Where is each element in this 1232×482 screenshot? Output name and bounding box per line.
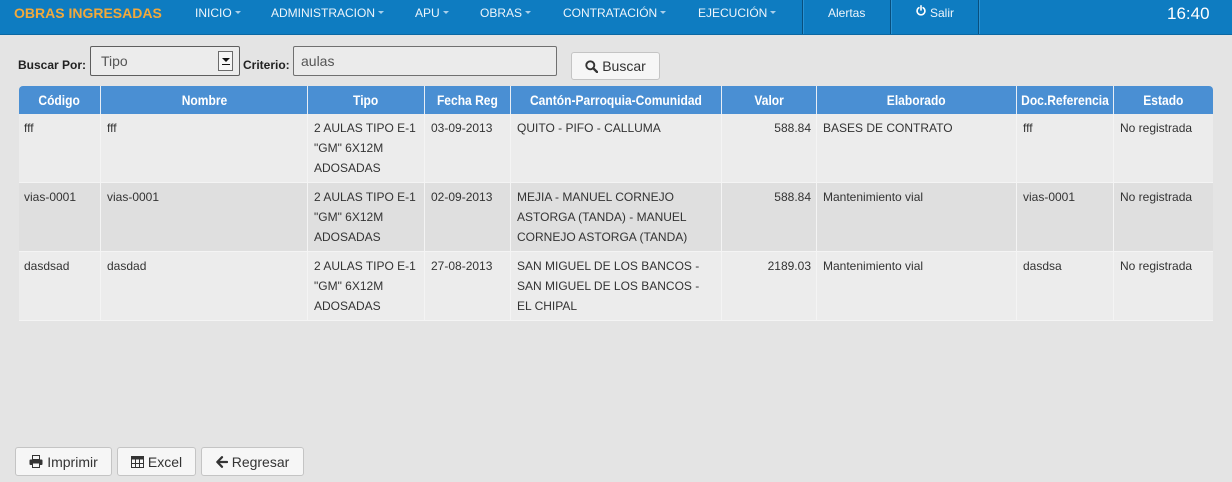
- menu-obras[interactable]: OBRAS: [480, 0, 532, 27]
- logout-label: Salir: [930, 6, 955, 20]
- cell-elaborado: Mantenimiento vial: [817, 252, 1017, 321]
- cell-canton-parroquia-comunidad: SAN MIGUEL DE LOS BANCOS - SAN MIGUEL DE…: [511, 252, 722, 321]
- excel-label: Excel: [147, 453, 183, 470]
- menu-contratacion[interactable]: CONTRATACIÓN: [563, 0, 667, 27]
- imprimir-button[interactable]: Imprimir: [15, 447, 112, 476]
- cell-canton-parroquia-comunidad: MEJIA - MANUEL CORNEJO ASTORGA (TANDA) -…: [511, 183, 722, 252]
- power-icon: [916, 0, 926, 26]
- cell-doc-referencia: vias-0001: [1017, 183, 1114, 252]
- cell-valor: 2189.03: [722, 252, 817, 321]
- buscar-por-label: Buscar Por:: [18, 58, 87, 72]
- criterio-label: Criterio:: [243, 58, 290, 72]
- clock: 16:40: [1167, 4, 1210, 23]
- buscar-por-value: Tipo: [101, 53, 128, 69]
- navbar-divider: [978, 0, 980, 34]
- menu-label: INICIO: [195, 6, 232, 20]
- page-title: OBRAS INGRESADAS: [14, 5, 162, 21]
- caret-down-icon: [378, 11, 385, 15]
- imprimir-label: Imprimir: [47, 453, 98, 470]
- cell-codigo: dasdsad: [19, 252, 101, 321]
- cell-doc-referencia: fff: [1017, 114, 1114, 183]
- table-row[interactable]: vias-0001 vias-0001 2 AULAS TIPO E-1 "GM…: [19, 183, 1213, 252]
- caret-down-icon: [770, 11, 777, 15]
- column-header-tipo: Tipo: [308, 86, 425, 114]
- column-header-codigo: Código: [19, 86, 101, 114]
- navbar-divider: [890, 0, 892, 34]
- top-navbar: OBRAS INGRESADAS INICIO ADMINISTRACION A…: [0, 0, 1232, 35]
- cell-estado: No registrada: [1114, 183, 1213, 252]
- column-header-elaborado: Elaborado: [817, 86, 1017, 114]
- menu-label: CONTRATACIÓN: [563, 6, 658, 20]
- navbar-divider: [802, 0, 804, 34]
- cell-estado: No registrada: [1114, 114, 1213, 183]
- table-icon: [130, 455, 144, 468]
- menu-apu[interactable]: APU: [415, 0, 449, 27]
- printer-icon: [29, 455, 43, 468]
- table-row[interactable]: dasdsad dasdad 2 AULAS TIPO E-1 "GM" 6X1…: [19, 252, 1213, 321]
- chevron-down-icon[interactable]: [218, 51, 233, 71]
- cell-canton-parroquia-comunidad: QUITO - PIFO - CALLUMA: [511, 114, 722, 183]
- menu-label: APU: [415, 6, 440, 20]
- menu-administracion[interactable]: ADMINISTRACION: [271, 0, 385, 27]
- cell-fecha-reg: 03-09-2013: [425, 114, 511, 183]
- buscar-button[interactable]: Buscar: [571, 52, 660, 80]
- excel-button[interactable]: Excel: [117, 447, 196, 476]
- logout-link[interactable]: Salir: [916, 0, 954, 27]
- cell-codigo: vias-0001: [19, 183, 101, 252]
- column-header-fecha-reg: Fecha Reg: [425, 86, 511, 114]
- cell-nombre: fff: [101, 114, 308, 183]
- table-row[interactable]: fff fff 2 AULAS TIPO E-1 "GM" 6X12M ADOS…: [19, 114, 1213, 183]
- menu-label: ADMINISTRACION: [271, 6, 376, 20]
- column-header-valor: Valor: [722, 86, 817, 114]
- arrow-left-icon: [215, 455, 228, 468]
- cell-nombre: vias-0001: [101, 183, 308, 252]
- cell-nombre: dasdad: [101, 252, 308, 321]
- buscar-button-label: Buscar: [602, 58, 646, 74]
- cell-elaborado: Mantenimiento vial: [817, 183, 1017, 252]
- column-header-estado: Estado: [1114, 86, 1213, 114]
- cell-fecha-reg: 27-08-2013: [425, 252, 511, 321]
- caret-down-icon: [660, 11, 667, 15]
- regresar-button[interactable]: Regresar: [201, 447, 304, 476]
- caret-down-icon: [442, 11, 449, 15]
- menu-label: EJECUCIÓN: [698, 6, 768, 20]
- column-header-canton-parroquia-comunidad: Cantón-Parroquia-Comunidad: [511, 86, 722, 114]
- caret-down-icon: [234, 11, 241, 15]
- cell-tipo: 2 AULAS TIPO E-1 "GM" 6X12M ADOSADAS: [308, 114, 425, 183]
- regresar-label: Regresar: [231, 453, 290, 470]
- cell-doc-referencia: dasdsa: [1017, 252, 1114, 321]
- menu-inicio[interactable]: INICIO: [195, 0, 241, 27]
- cell-valor: 588.84: [722, 114, 817, 183]
- cell-tipo: 2 AULAS TIPO E-1 "GM" 6X12M ADOSADAS: [308, 183, 425, 252]
- cell-valor: 588.84: [722, 183, 817, 252]
- cell-elaborado: BASES DE CONTRATO: [817, 114, 1017, 183]
- buscar-por-select[interactable]: Tipo: [90, 46, 240, 76]
- alerts-link[interactable]: Alertas: [828, 0, 865, 27]
- obras-table: Código Nombre Tipo Fecha Reg Cantón-Parr…: [19, 86, 1213, 321]
- menu-ejecucion[interactable]: EJECUCIÓN: [698, 0, 777, 27]
- cell-fecha-reg: 02-09-2013: [425, 183, 511, 252]
- column-header-nombre: Nombre: [101, 86, 308, 114]
- cell-estado: No registrada: [1114, 252, 1213, 321]
- cell-tipo: 2 AULAS TIPO E-1 "GM" 6X12M ADOSADAS: [308, 252, 425, 321]
- search-icon: [585, 59, 599, 73]
- caret-down-icon: [525, 11, 532, 15]
- table-header-row: Código Nombre Tipo Fecha Reg Cantón-Parr…: [19, 86, 1213, 114]
- criterio-input[interactable]: [293, 46, 557, 76]
- cell-codigo: fff: [19, 114, 101, 183]
- column-header-doc-referencia: Doc.Referencia: [1017, 86, 1114, 114]
- menu-label: OBRAS: [480, 6, 523, 20]
